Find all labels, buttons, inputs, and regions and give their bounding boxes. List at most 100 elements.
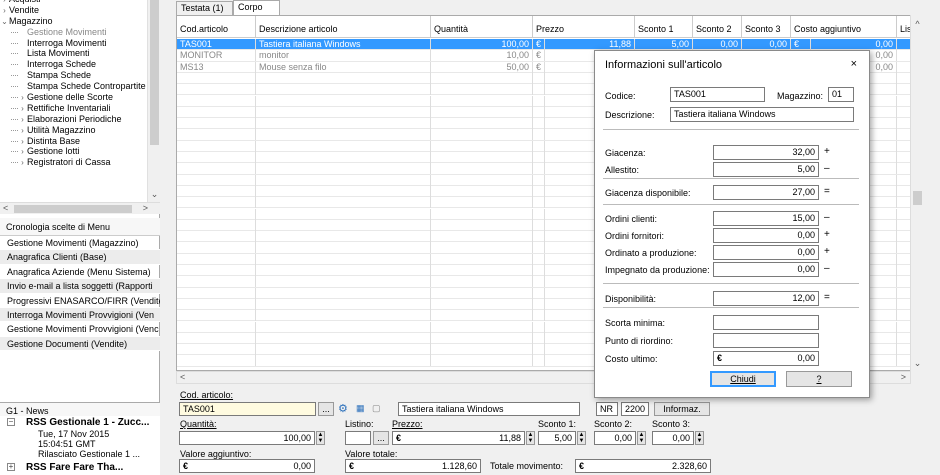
cell-cur[interactable] — [533, 298, 545, 310]
cell-list[interactable] — [897, 276, 910, 287]
cell-cur[interactable] — [533, 152, 545, 163]
cell-desc[interactable] — [256, 95, 431, 107]
cell-cod[interactable] — [177, 163, 256, 175]
cell-cod[interactable] — [177, 152, 256, 163]
scroll-left-icon[interactable]: < — [180, 372, 185, 382]
cell-qty[interactable] — [431, 72, 533, 84]
cell-desc[interactable] — [256, 242, 431, 254]
cell-desc[interactable] — [256, 265, 431, 276]
cell-cod[interactable] — [177, 310, 256, 322]
cell-cur[interactable] — [533, 129, 545, 141]
news-item[interactable]: − RSS Gestionale 1 - Zucc... Tue, 17 Nov 2… — [0, 416, 160, 459]
sconto2-field[interactable]: 0,00 — [594, 431, 636, 445]
cell-desc[interactable] — [256, 332, 431, 344]
cell-desc[interactable] — [256, 185, 431, 197]
cell-qty[interactable] — [431, 276, 533, 288]
column-header[interactable]: Descrizione articolo — [256, 16, 431, 38]
cell-cur[interactable] — [533, 185, 545, 197]
cell-cod[interactable]: TAS001 — [177, 39, 256, 50]
quantita-field[interactable]: 100,00 — [179, 431, 315, 445]
cell-cod[interactable] — [177, 95, 256, 107]
cell-cur[interactable] — [533, 253, 545, 265]
grid-vertical-scrollbar[interactable]: ^ ⌄ — [910, 15, 923, 371]
column-header[interactable]: Sconto 3 — [742, 16, 791, 38]
tree-item[interactable]: › Registratori di Cassa — [0, 157, 147, 168]
cell-cur[interactable] — [533, 118, 545, 130]
scrollbar-thumb[interactable] — [150, 0, 159, 145]
cell-list[interactable] — [897, 107, 910, 118]
cell-qty[interactable] — [431, 140, 533, 152]
descrizione-field[interactable]: Tastiera italiana Windows — [398, 402, 580, 416]
cronologia-item[interactable]: Anagrafica Aziende (Menu Sistema) — [0, 265, 160, 280]
close-icon[interactable]: × — [851, 58, 857, 70]
cell-cod[interactable] — [177, 84, 256, 96]
tree-item[interactable]: › Gestione lotti — [0, 146, 147, 157]
cell-cod[interactable] — [177, 265, 256, 276]
tree-item[interactable]: Stampa Schede Contropartite — [0, 81, 147, 92]
cell-cur[interactable] — [533, 219, 545, 231]
cell-cur[interactable] — [533, 265, 545, 276]
cell-qty[interactable] — [431, 310, 533, 322]
column-header[interactable]: Costo aggiuntivo — [791, 16, 897, 38]
cell-qty[interactable] — [431, 298, 533, 310]
tree-item[interactable]: › Rettifiche Inventariali — [0, 103, 147, 114]
cell-price[interactable]: 11,88 — [545, 39, 635, 50]
cell-desc[interactable]: Tastiera italiana Windows — [256, 39, 431, 50]
cell-cod[interactable]: MONITOR — [177, 50, 256, 62]
cell-desc[interactable] — [256, 163, 431, 175]
chiudi-button[interactable]: Chiudi — [710, 371, 776, 387]
cell-list[interactable] — [897, 50, 910, 61]
cell-list[interactable] — [897, 242, 910, 253]
cell-desc[interactable]: Mouse senza filo — [256, 61, 431, 73]
cell-qty[interactable] — [431, 129, 533, 141]
cell-desc[interactable] — [256, 276, 431, 288]
cell-qty[interactable] — [431, 231, 533, 243]
cell-qty[interactable]: 50,00 — [431, 61, 533, 73]
cell-cod[interactable] — [177, 219, 256, 231]
tree-item[interactable]: ⌄Magazzino — [0, 16, 147, 27]
cell-list[interactable] — [897, 39, 910, 50]
cell-cod[interactable] — [177, 129, 256, 141]
cell-cod[interactable] — [177, 140, 256, 152]
cell-desc[interactable] — [256, 344, 431, 356]
cell-cur[interactable] — [533, 174, 545, 186]
cronologia-item[interactable]: Gestione Documenti (Vendite) — [0, 336, 160, 352]
cell-qty[interactable] — [431, 106, 533, 118]
cell-desc[interactable] — [256, 174, 431, 186]
cell-s1[interactable]: 5,00 — [635, 39, 693, 50]
cell-qty[interactable] — [431, 219, 533, 231]
cell-qty[interactable]: 100,00 — [431, 39, 533, 50]
cronologia-item[interactable]: Gestione Movimenti Provvigioni (Venc — [0, 322, 160, 337]
cell-cur[interactable] — [533, 72, 545, 84]
cell-s2[interactable]: 0,00 — [693, 39, 742, 50]
cronologia-item[interactable]: Invio e-mail a lista soggetti (Rapporti — [0, 279, 160, 294]
cell-qty[interactable] — [431, 208, 533, 220]
cell-qty[interactable] — [431, 152, 533, 163]
unita-misura-field[interactable]: NR — [596, 402, 618, 416]
cell-cur[interactable]: € — [533, 50, 545, 62]
cell-list[interactable] — [897, 209, 910, 220]
cell-qty[interactable] — [431, 265, 533, 276]
cell-cod[interactable] — [177, 355, 256, 367]
cronologia-item[interactable]: Anagrafica Clienti (Base) — [0, 250, 160, 265]
cell-cod[interactable] — [177, 276, 256, 288]
cell-desc[interactable] — [256, 84, 431, 96]
cod-articolo-field[interactable]: TAS001 — [179, 402, 316, 416]
cell-list[interactable] — [897, 62, 910, 73]
cell-desc[interactable] — [256, 129, 431, 141]
cell-desc[interactable] — [256, 298, 431, 310]
cell-list[interactable] — [897, 152, 910, 163]
sconto1-field[interactable]: 5,00 — [538, 431, 576, 445]
scroll-up-icon[interactable]: ^ — [911, 19, 924, 29]
cell-list[interactable] — [897, 355, 910, 366]
cell-cur[interactable] — [533, 287, 545, 299]
cell-cur[interactable] — [533, 321, 545, 333]
cell-list[interactable] — [897, 265, 910, 276]
document-icon[interactable]: ▢ — [372, 403, 381, 414]
scroll-left-icon[interactable]: < — [3, 203, 8, 213]
cell-cost_cur[interactable]: € — [791, 39, 811, 50]
tree-item[interactable]: › Distinta Base — [0, 136, 147, 147]
grid-view-icon[interactable]: ▦ — [356, 403, 365, 414]
cell-qty[interactable] — [431, 253, 533, 265]
tree-item[interactable]: › Elaborazioni Periodiche — [0, 114, 147, 125]
